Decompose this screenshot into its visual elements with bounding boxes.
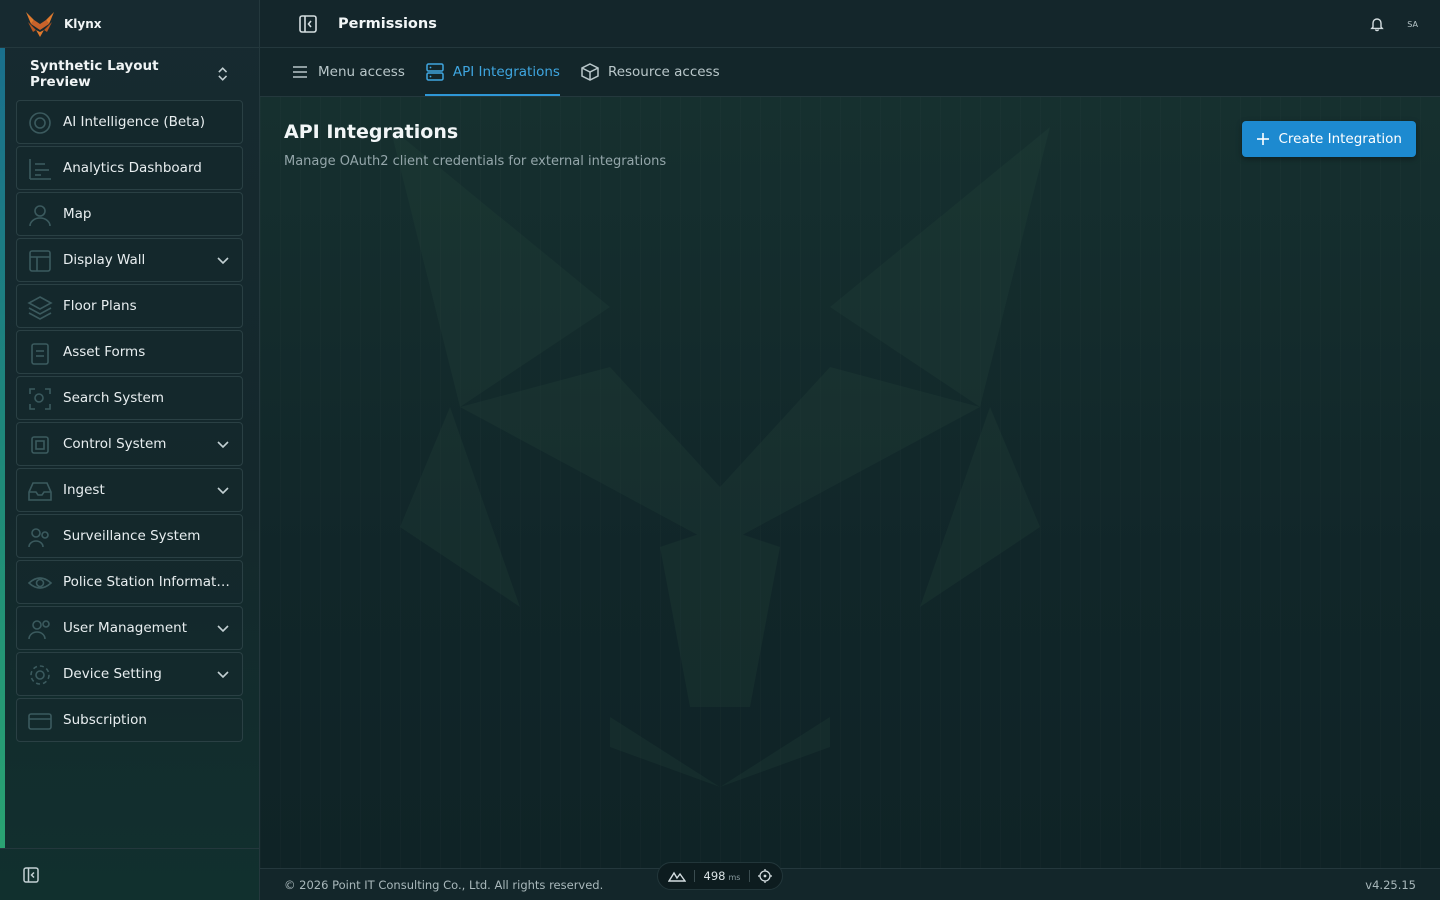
sidebar-item-control-system[interactable]: Control System xyxy=(16,422,243,466)
sidebar-accent-bar xyxy=(0,48,5,848)
tab-api-integrations[interactable]: API Integrations xyxy=(424,48,561,96)
copyright: © 2026 Point IT Consulting Co., Ltd. All… xyxy=(284,877,604,892)
perf-value: 498 xyxy=(703,869,726,883)
brand-name: Klynx xyxy=(64,16,102,31)
users-icon xyxy=(28,620,50,640)
chevron-down-icon xyxy=(217,441,229,449)
target-icon xyxy=(29,112,51,134)
mountain-logo-icon xyxy=(668,871,686,882)
sidebar-item-police-station-informati[interactable]: Police Station Informati... xyxy=(16,560,243,604)
sidebar-item-display-wall[interactable]: Display Wall xyxy=(16,238,243,282)
bell-icon[interactable] xyxy=(1369,16,1385,32)
top-header: Permissions SA xyxy=(260,0,1440,48)
box-icon xyxy=(581,63,599,81)
sidebar-item-label: Map xyxy=(63,206,92,222)
main-content: API Integrations Manage OAuth2 client cr… xyxy=(260,97,1440,868)
fox-logo-icon xyxy=(26,11,54,37)
sidebar-item-user-management[interactable]: User Management xyxy=(16,606,243,650)
sidebar-item-label: Control System xyxy=(63,436,167,452)
sidebar-item-label: Floor Plans xyxy=(63,298,137,314)
scan-search-icon xyxy=(29,388,51,410)
brand[interactable]: Klynx xyxy=(0,0,259,48)
sidebar-item-label: Subscription xyxy=(63,712,147,728)
create-integration-button[interactable]: Create Integration xyxy=(1242,121,1416,157)
page-footer: © 2026 Point IT Consulting Co., Ltd. All… xyxy=(260,868,1440,900)
version: v4.25.15 xyxy=(1365,877,1416,892)
chevron-down-icon xyxy=(217,625,229,633)
project-switcher[interactable]: Synthetic Layout Preview xyxy=(16,56,243,92)
menu-icon xyxy=(293,66,307,78)
perf-indicator[interactable]: 498 ms xyxy=(657,862,783,890)
plus-icon xyxy=(1257,133,1270,145)
section-description: Manage OAuth2 client credentials for ext… xyxy=(284,154,667,169)
chevron-down-icon xyxy=(217,487,229,495)
eye-icon xyxy=(27,577,53,589)
avatar[interactable]: SA xyxy=(1407,20,1418,29)
perf-readout: 498 ms xyxy=(704,869,741,883)
tab-resource-access[interactable]: Resource access xyxy=(580,48,720,96)
sidebar-item-search-system[interactable]: Search System xyxy=(16,376,243,420)
layers-icon xyxy=(27,296,53,320)
people-icon xyxy=(28,528,49,548)
clipboard-icon xyxy=(31,343,49,365)
permission-tabs: Menu access API Integrations Resource acce… xyxy=(260,48,1440,97)
fox-watermark-icon xyxy=(390,127,1050,787)
project-name: Synthetic Layout Preview xyxy=(30,58,159,90)
section-title: API Integrations xyxy=(284,121,459,143)
sidebar-item-asset-forms[interactable]: Asset Forms xyxy=(16,330,243,374)
credit-card-icon xyxy=(28,713,52,730)
tab-label: Menu access xyxy=(318,64,405,80)
page-title: Permissions xyxy=(338,15,437,32)
perf-unit: ms xyxy=(728,873,741,882)
sidebar-item-label: Analytics Dashboard xyxy=(63,160,202,176)
perf-separator xyxy=(748,870,750,882)
crosshair-icon[interactable] xyxy=(757,869,772,883)
chart-icon xyxy=(29,159,51,180)
cpu-icon xyxy=(31,436,49,454)
sidebar-item-label: Surveillance System xyxy=(63,528,201,544)
sidebar-item-subscription[interactable]: Subscription xyxy=(16,698,243,742)
panel-toggle-icon[interactable] xyxy=(298,14,318,34)
sidebar-item-label: AI Intelligence (Beta) xyxy=(63,114,206,130)
server-icon xyxy=(426,63,444,81)
sidebar-collapse-icon[interactable] xyxy=(22,866,40,884)
sidebar-item-label: Display Wall xyxy=(63,252,146,268)
sidebar-item-surveillance-system[interactable]: Surveillance System xyxy=(16,514,243,558)
sidebar-item-ingest[interactable]: Ingest xyxy=(16,468,243,512)
sidebar-item-device-setting[interactable]: Device Setting xyxy=(16,652,243,696)
sidebar-item-label: User Management xyxy=(63,620,187,636)
perf-separator xyxy=(694,870,696,882)
sidebar-item-label: Device Setting xyxy=(63,666,162,682)
sidebar-item-ai-intelligence-beta[interactable]: AI Intelligence (Beta) xyxy=(16,100,243,144)
inbox-icon xyxy=(28,482,52,501)
tab-label: Resource access xyxy=(607,64,720,80)
sidebar: Klynx Synthetic Layout Preview AI Intell… xyxy=(0,0,260,900)
sidebar-item-label: Ingest xyxy=(63,482,105,498)
sidebar-item-map[interactable]: Map xyxy=(16,192,243,236)
sidebar-item-analytics-dashboard[interactable]: Analytics Dashboard xyxy=(16,146,243,190)
sidebar-item-label: Police Station Informati... xyxy=(63,574,230,590)
gear-icon xyxy=(30,665,50,685)
chevron-down-icon xyxy=(217,257,229,265)
sidebar-item-label: Search System xyxy=(63,390,165,406)
tab-menu-access[interactable]: Menu access xyxy=(290,48,405,96)
create-integration-label: Create Integration xyxy=(1278,131,1402,147)
chevron-down-icon xyxy=(217,671,229,679)
sidebar-item-floor-plans[interactable]: Floor Plans xyxy=(16,284,243,328)
chevrons-up-down-icon xyxy=(217,67,227,81)
sidebar-item-label: Asset Forms xyxy=(63,344,146,360)
sidebar-nav: AI Intelligence (Beta) Analytics Dashboar… xyxy=(16,100,243,744)
sidebar-footer xyxy=(0,848,259,900)
user-pin-icon xyxy=(29,205,51,227)
tab-label: API Integrations xyxy=(452,64,560,80)
layout-icon xyxy=(29,250,51,272)
